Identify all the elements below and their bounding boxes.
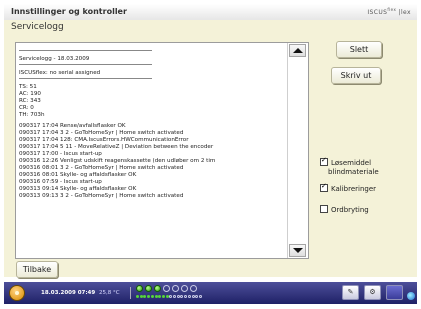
status-mini-indicator (165, 295, 169, 298)
log-entry: 090316 08:01 Skylle- og affaldsflasker O… (19, 172, 137, 178)
status-indicator (163, 285, 170, 292)
log-stat: CR: 0 (19, 105, 34, 111)
panel-title: Servicelogg (11, 22, 64, 32)
wrench-icon[interactable]: ✎ (342, 285, 359, 300)
status-mini-indicator (187, 295, 191, 298)
log-stat: TS: 51 (19, 84, 37, 90)
back-button[interactable]: Tilbake (16, 261, 58, 278)
log-stat: AC: 190 (19, 91, 41, 97)
calibrations-checkbox[interactable]: Kalibreringer (320, 182, 377, 193)
status-mini-indicator (173, 295, 176, 298)
status-mini-indicator (139, 295, 143, 298)
window-icon[interactable] (386, 285, 403, 300)
status-mini-indicator (184, 295, 188, 298)
log-divider (19, 50, 152, 51)
status-mini-indicator (158, 295, 162, 298)
status-indicator (136, 285, 143, 292)
status-indicator (181, 285, 188, 292)
status-mini-indicator (191, 295, 195, 298)
log-header-line: Servicelogg - 18.03.2009 (19, 56, 90, 62)
status-mini-indicator (161, 295, 165, 298)
temperature: 25,8 °C (99, 290, 120, 296)
solvent-label: Løsemiddel (331, 159, 372, 167)
arrow-up-icon (293, 48, 303, 53)
log-entry: 090313 09:14 Skylle- og affaldsflasker O… (19, 186, 137, 192)
log-entry: 090316 07:59 - Iscus start-up (19, 179, 102, 185)
status-mini-indicator (198, 295, 202, 298)
print-button[interactable]: Skriv ut (331, 67, 381, 84)
status-mini-indicator (180, 295, 184, 298)
solvent-label-line2: blindmateriale (328, 168, 379, 176)
word-wrap-checkbox[interactable]: Ordbryting (320, 205, 369, 214)
log-scrollbar[interactable] (287, 43, 308, 258)
checkbox-checked-icon (320, 156, 328, 166)
status-mini-indicator (136, 295, 139, 298)
status-indicator (154, 285, 161, 292)
log-divider (19, 64, 152, 65)
log-entry: 090317 17:00 - Iscus start-up (19, 151, 102, 157)
app-window: Innstillinger og kontroller ISCUSflex |l… (0, 0, 421, 309)
brand-suffix: |lex (398, 9, 411, 16)
log-device-line: ISCUSflex: no serial assigned (19, 70, 101, 76)
arrow-down-icon (293, 248, 303, 253)
log-entry: 090317 17:04 128: CMA.IscusErrors.HWComm… (19, 137, 189, 143)
log-entry: 090316 12:26 Venligst udskift reagenskas… (19, 158, 216, 164)
status-mini-indicator (147, 295, 151, 298)
date-time: 18.03.2009 07:49 (41, 290, 96, 296)
title-bar: Innstillinger og kontroller ISCUSflex |l… (4, 4, 417, 21)
log-entry: 090317 17:04 3 2 - GoToHomeSyr | Home sw… (19, 130, 184, 136)
log-stat: TH: 703h (19, 112, 45, 118)
delete-button[interactable]: Slett (336, 41, 382, 58)
scroll-down-button[interactable] (289, 244, 306, 257)
status-indicator (190, 285, 197, 292)
status-mini-indicator (176, 295, 180, 298)
service-log-text: Servicelogg - 18.03.2009 ISCUSflex: no s… (19, 45, 285, 256)
status-indicator (172, 285, 179, 292)
service-log-box[interactable]: Servicelogg - 18.03.2009 ISCUSflex: no s… (15, 42, 309, 259)
status-indicator (145, 285, 152, 292)
log-stat: RC: 343 (19, 98, 41, 104)
status-indicators (136, 285, 208, 301)
solvent-checkbox[interactable]: Løsemiddel (320, 156, 372, 167)
calibrations-label: Kalibreringer (331, 185, 377, 193)
brand-name: ISCUS (367, 9, 388, 16)
status-mini-indicator (150, 295, 154, 298)
log-entry: 090317 17:04 5 11 - MoveRelativeZ | Devi… (19, 144, 214, 150)
gear-icon[interactable]: ⚙ (364, 285, 381, 300)
log-entry: 090313 09:13 3 2 - GoToHomeSyr | Home sw… (19, 193, 184, 199)
network-icon (407, 292, 415, 300)
status-mini-indicator (154, 295, 158, 298)
status-mini-indicator (169, 295, 173, 298)
status-taskbar: 18.03.2009 07:49 25,8 °C ✎ ⚙ (4, 282, 417, 304)
scroll-up-button[interactable] (289, 44, 306, 57)
brand-sup: flex (387, 7, 397, 12)
status-mini-indicator (195, 295, 199, 298)
log-divider (19, 78, 152, 79)
power-icon[interactable] (9, 285, 25, 301)
checkbox-checked-icon (320, 182, 328, 192)
checkbox-unchecked-icon (320, 205, 328, 213)
window-title: Innstillinger og kontroller (11, 7, 127, 16)
brand-logo: ISCUSflex |lex (367, 7, 411, 16)
status-mini-indicator (143, 295, 147, 298)
log-entry: 090317 17:04 Rense/avfallsflasker OK (19, 123, 126, 129)
separator (130, 287, 131, 299)
word-wrap-label: Ordbryting (331, 206, 369, 214)
log-entry: 090316 08:01 3 2 - GoToHomeSyr | Home sw… (19, 165, 184, 171)
